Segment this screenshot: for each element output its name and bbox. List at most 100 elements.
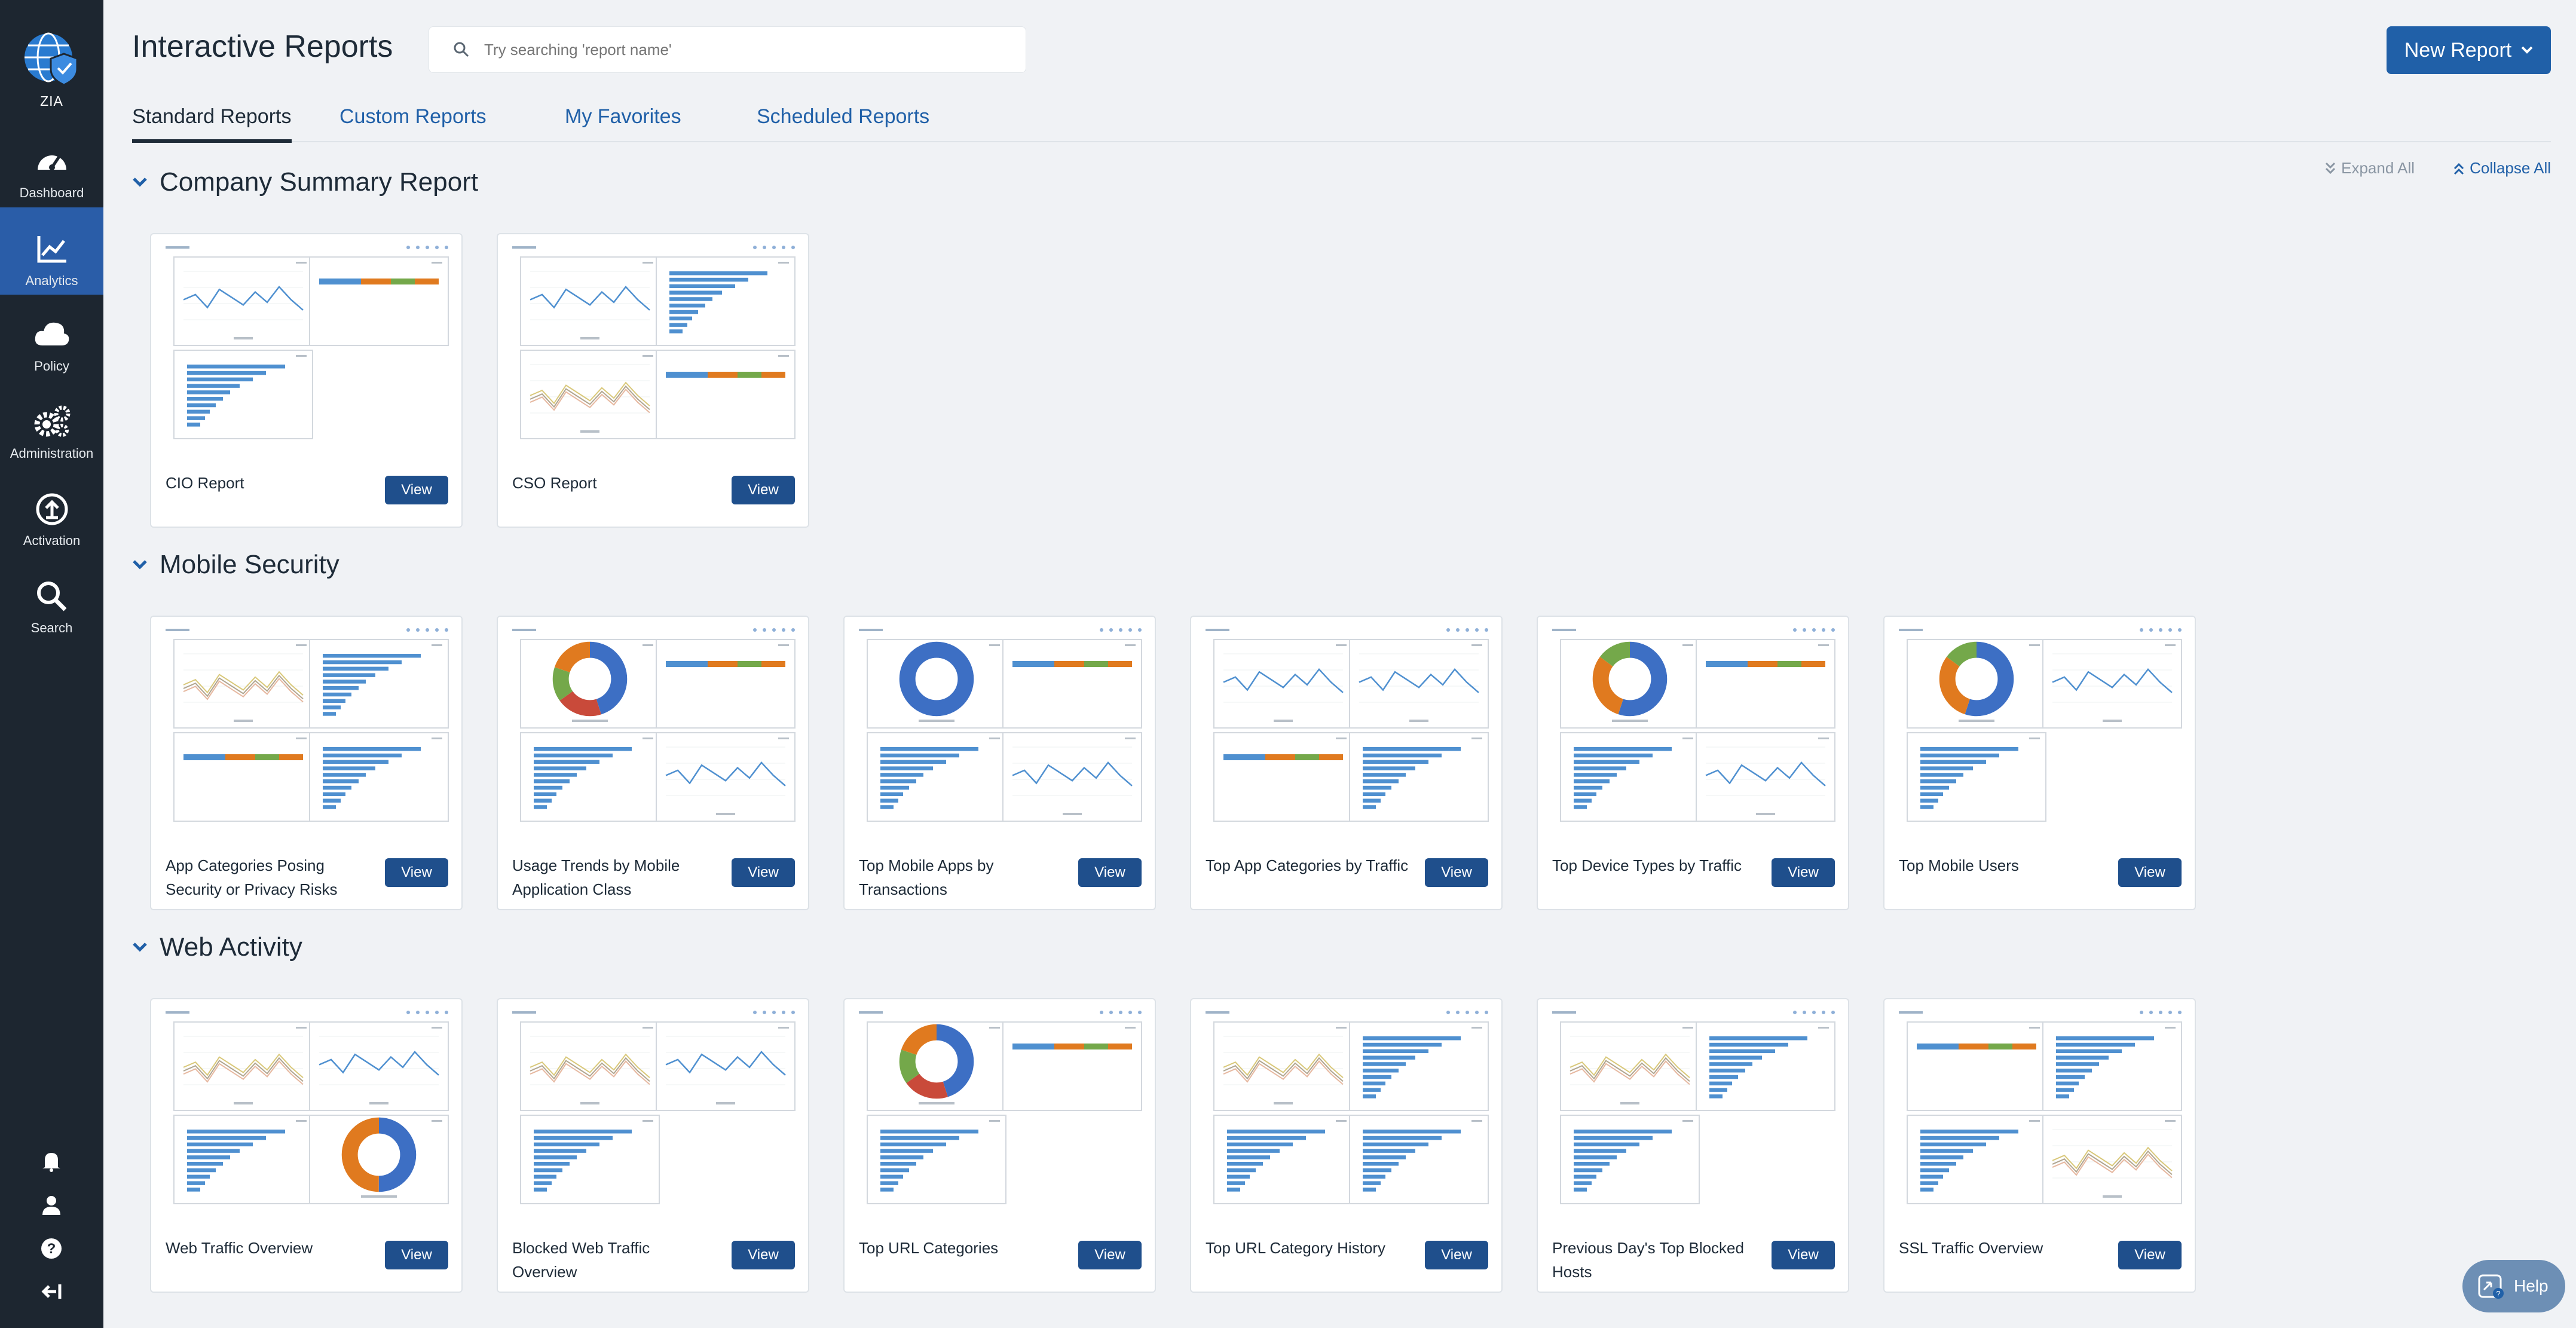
report-card[interactable]: CIO Report View [150,233,463,528]
double-chevron-up-icon [2454,163,2464,175]
report-name: Previous Day's Top Blocked Hosts [1552,1239,1744,1281]
view-button[interactable]: View [732,858,795,887]
view-button[interactable]: View [385,1241,448,1269]
view-button[interactable]: View [1078,858,1142,887]
svg-text:?: ? [47,1241,56,1257]
section-title: Web Activity [160,932,302,962]
report-name: App Categories Posing Security or Privac… [166,856,338,898]
nav-label: Policy [34,359,69,374]
tab-standard-reports[interactable]: Standard Reports [132,105,292,143]
dashboard-icon [37,155,66,170]
sidebar: ZIA Dashboard Analytics Policy Administr… [0,0,103,1328]
report-card[interactable]: App Categories Posing Security or Privac… [150,616,463,910]
section-header[interactable]: Web Activity [132,932,302,962]
tab-my-favorites[interactable]: My Favorites [565,105,681,128]
new-report-button[interactable]: New Report [2387,26,2551,74]
report-name: CSO Report [512,474,597,492]
report-card[interactable]: Usage Trends by Mobile Application Class… [497,616,809,910]
expand-all-button[interactable]: Expand All [2324,159,2415,178]
view-button[interactable]: View [2118,858,2182,887]
chevron-down-icon [133,560,147,570]
view-button[interactable]: View [1772,1241,1835,1269]
chevron-down-icon [133,178,147,187]
section-title: Mobile Security [160,550,339,579]
view-button[interactable]: View [1425,858,1488,887]
tab-scheduled-reports[interactable]: Scheduled Reports [757,105,929,128]
help-label: Help [2514,1277,2549,1295]
section-header[interactable]: Company Summary Report [132,167,478,197]
chevron-down-icon [133,943,147,952]
report-thumbnail [163,1008,452,1217]
search-input[interactable] [484,40,1010,59]
report-thumbnail [1203,1008,1492,1217]
bell-icon[interactable] [38,1148,65,1175]
view-button[interactable]: View [732,1241,795,1269]
collapse-all-label: Collapse All [2470,159,2551,177]
upload-icon [36,493,68,525]
report-name: Top URL Categories [859,1239,999,1257]
question-icon[interactable]: ? [38,1235,65,1262]
analytics-icon [37,236,66,263]
collapse-all-button[interactable]: Collapse All [2453,159,2551,178]
double-chevron-down-icon [2326,162,2336,174]
report-card[interactable]: Blocked Web Traffic Overview View [497,998,809,1293]
view-button[interactable]: View [1772,858,1835,887]
report-card[interactable]: Top URL Categories View [843,998,1156,1293]
nav-label: Administration [10,446,94,461]
nav-dashboard[interactable]: Dashboard [0,129,103,216]
report-thumbnail [1550,1008,1838,1217]
gears-icon [34,405,70,437]
view-button[interactable]: View [2118,1241,2182,1269]
view-button[interactable]: View [1425,1241,1488,1269]
nav-analytics[interactable]: Analytics [0,207,103,295]
report-card[interactable]: SSL Traffic Overview View [1883,998,2196,1293]
new-report-label: New Report [2404,38,2512,62]
nav-label: Analytics [25,273,78,288]
section-header[interactable]: Mobile Security [132,550,339,580]
logout-icon[interactable] [38,1278,65,1305]
user-icon[interactable] [38,1192,65,1219]
report-name: SSL Traffic Overview [1899,1239,2043,1257]
report-thumbnail [856,1008,1145,1217]
report-thumbnail [510,625,799,834]
report-thumbnail [163,243,452,452]
nav-policy[interactable]: Policy [0,305,103,392]
nav-label: Activation [23,533,81,548]
tab-custom-reports[interactable]: Custom Reports [339,105,487,128]
report-card[interactable]: Top Device Types by Traffic View [1537,616,1849,910]
report-thumbnail [856,625,1145,834]
zia-logo[interactable]: ZIA [0,29,103,109]
search-box[interactable] [429,26,1026,73]
cloud-icon [35,322,69,345]
report-name: Web Traffic Overview [166,1239,313,1257]
nav-administration[interactable]: Administration [0,392,103,479]
report-name: Top Device Types by Traffic [1552,856,1742,874]
report-thumbnail [1896,1008,2185,1217]
globe-shield-icon [24,32,78,86]
view-button[interactable]: View [1078,1241,1142,1269]
nav-search[interactable]: Search [0,567,103,654]
report-name: Top Mobile Apps by Transactions [859,856,994,898]
search-icon [36,582,66,611]
search-icon [454,42,469,57]
report-card[interactable]: Top App Categories by Traffic View [1190,616,1503,910]
section-title: Company Summary Report [160,167,479,197]
report-name: Top Mobile Users [1899,856,2019,874]
report-name: CIO Report [166,474,244,492]
nav-activation[interactable]: Activation [0,479,103,567]
help-button[interactable]: ? Help [2462,1260,2565,1312]
view-button[interactable]: View [385,476,448,504]
nav-label: Search [30,620,73,635]
report-card[interactable]: Top Mobile Users View [1883,616,2196,910]
view-button[interactable]: View [732,476,795,504]
report-card[interactable]: Web Traffic Overview View [150,998,463,1293]
chevron-down-icon [2521,46,2533,54]
report-card[interactable]: Top Mobile Apps by Transactions View [843,616,1156,910]
view-button[interactable]: View [385,858,448,887]
report-card[interactable]: CSO Report View [497,233,809,528]
help-icon: ? [2478,1274,2504,1299]
report-card[interactable]: Previous Day's Top Blocked Hosts View [1537,998,1849,1293]
report-thumbnail [510,243,799,452]
report-card[interactable]: Top URL Category History View [1190,998,1503,1293]
report-name: Top App Categories by Traffic [1206,856,1409,874]
